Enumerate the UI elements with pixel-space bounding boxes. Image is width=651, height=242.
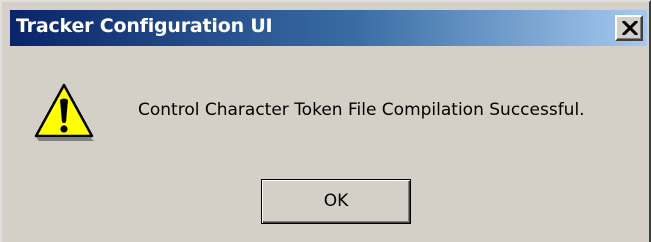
title-bar[interactable]: Tracker Configuration UI	[10, 10, 647, 46]
message-dialog: Tracker Configuration UI Control Charact…	[0, 0, 651, 242]
close-icon	[622, 21, 638, 35]
warning-icon	[34, 83, 94, 141]
window-title: Tracker Configuration UI	[16, 15, 273, 37]
dialog-message: Control Character Token File Compilation…	[138, 100, 585, 120]
ok-button[interactable]: OK	[261, 179, 411, 224]
close-button[interactable]	[615, 15, 643, 41]
